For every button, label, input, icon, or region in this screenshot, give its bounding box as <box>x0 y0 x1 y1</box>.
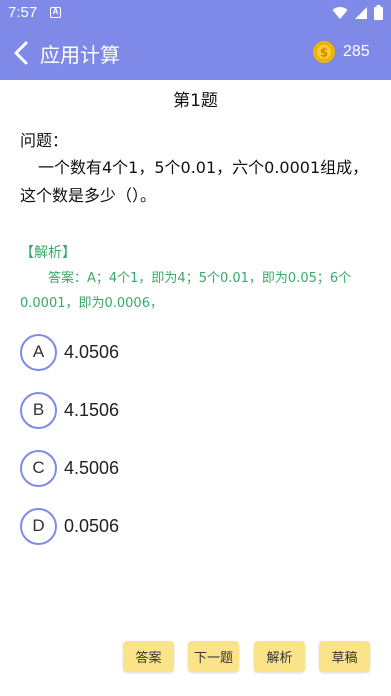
option-letter: D <box>20 507 57 545</box>
status-time: 7:57 <box>8 4 38 21</box>
option-value: 0.0506 <box>64 515 120 536</box>
question-number: 第1题 <box>173 91 218 111</box>
option-d[interactable]: D 0.0506 <box>20 507 320 545</box>
analysis-text: 答案：A；4个1，即为4；5个0.01，即为0.05；6个0.0001，即为0.… <box>20 271 352 311</box>
back-arrow-icon[interactable] <box>10 40 34 66</box>
analysis-button[interactable]: 解析 <box>254 641 305 672</box>
option-letter: C <box>20 449 57 487</box>
option-value: 4.5006 <box>64 457 120 478</box>
wifi-icon <box>332 6 348 19</box>
next-question-button[interactable]: 下一题 <box>188 641 239 672</box>
coin-icon: $ <box>313 41 335 63</box>
coin-count: 285 <box>343 43 370 60</box>
option-b[interactable]: B 4.1506 <box>20 391 320 429</box>
question-label: 问题： <box>20 131 69 150</box>
svg-text:$: $ <box>320 46 328 60</box>
analysis-label: 【解析】 <box>20 245 76 261</box>
signal-icon <box>355 6 367 19</box>
question-text: 一个数有4个1，5个0.01，六个0.0001组成，这个数是多少（）。 <box>20 158 369 205</box>
battery-icon <box>374 5 383 20</box>
option-c[interactable]: C 4.5006 <box>20 449 320 487</box>
answer-button[interactable]: 答案 <box>123 641 174 672</box>
app-bar: 应用计算 $ 285 <box>0 26 391 80</box>
page-title: 应用计算 <box>40 43 120 67</box>
notification-icon: A <box>50 7 61 18</box>
option-value: 4.0506 <box>64 341 120 362</box>
status-bar: 7:57 A <box>0 0 391 26</box>
option-letter: A <box>20 333 57 371</box>
system-icons <box>332 5 383 20</box>
option-letter: B <box>20 391 57 429</box>
option-a[interactable]: A 4.0506 <box>20 333 320 371</box>
draft-button[interactable]: 草稿 <box>319 641 370 672</box>
option-value: 4.1506 <box>64 399 120 420</box>
